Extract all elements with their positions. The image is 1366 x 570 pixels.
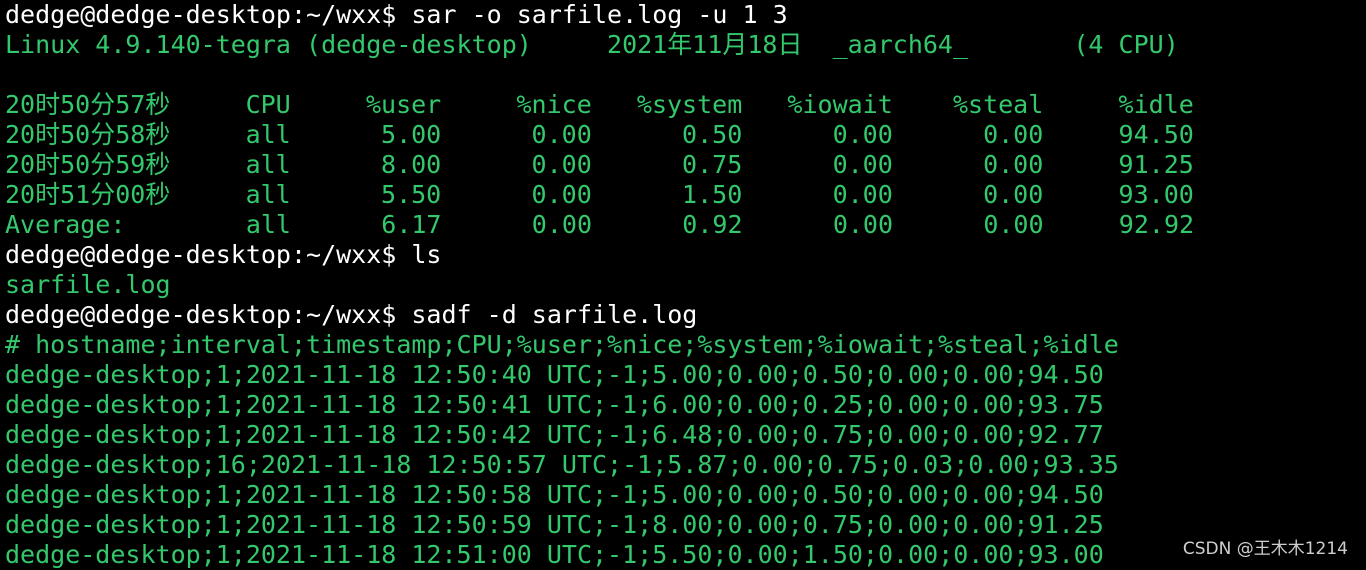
output-line: 20时51分00秒 all 5.50 0.00 1.50 0.00 0.00 9… [5, 180, 1194, 209]
output-line: dedge-desktop;1;2021-11-18 12:50:41 UTC;… [5, 390, 1104, 419]
terminal-window[interactable]: dedge@dedge-desktop:~/wxx$ sar -o sarfil… [0, 0, 1366, 569]
output-line: 20时50分57秒 CPU %user %nice %system %iowai… [5, 90, 1194, 119]
output-line: dedge-desktop;1;2021-11-18 12:50:58 UTC;… [5, 480, 1104, 509]
output-line: 20时50分58秒 all 5.00 0.00 0.50 0.00 0.00 9… [5, 120, 1194, 149]
output-line: dedge-desktop;1;2021-11-18 12:50:59 UTC;… [5, 510, 1104, 539]
output-line: Linux 4.9.140-tegra (dedge-desktop) 2021… [5, 30, 1179, 59]
prompt-line: dedge@dedge-desktop:~/wxx$ ls [5, 240, 442, 269]
csdn-watermark: CSDN @王木木1214 [1182, 539, 1348, 559]
prompt-line: dedge@dedge-desktop:~/wxx$ sar -o sarfil… [5, 0, 788, 29]
output-line: # hostname;interval;timestamp;CPU;%user;… [5, 330, 1119, 359]
output-line: sarfile.log [5, 270, 171, 299]
prompt-line: dedge@dedge-desktop:~/wxx$ sadf -d sarfi… [5, 300, 698, 329]
output-line: dedge-desktop;1;2021-11-18 12:50:40 UTC;… [5, 360, 1104, 389]
output-line: dedge-desktop;1;2021-11-18 12:50:42 UTC;… [5, 420, 1104, 449]
output-line: Average: all 6.17 0.00 0.92 0.00 0.00 92… [5, 210, 1195, 239]
output-line: 20时50分59秒 all 8.00 0.00 0.75 0.00 0.00 9… [5, 150, 1194, 179]
output-line: dedge-desktop;16;2021-11-18 12:50:57 UTC… [5, 450, 1119, 479]
output-line: dedge-desktop;1;2021-11-18 12:51:00 UTC;… [5, 540, 1104, 569]
